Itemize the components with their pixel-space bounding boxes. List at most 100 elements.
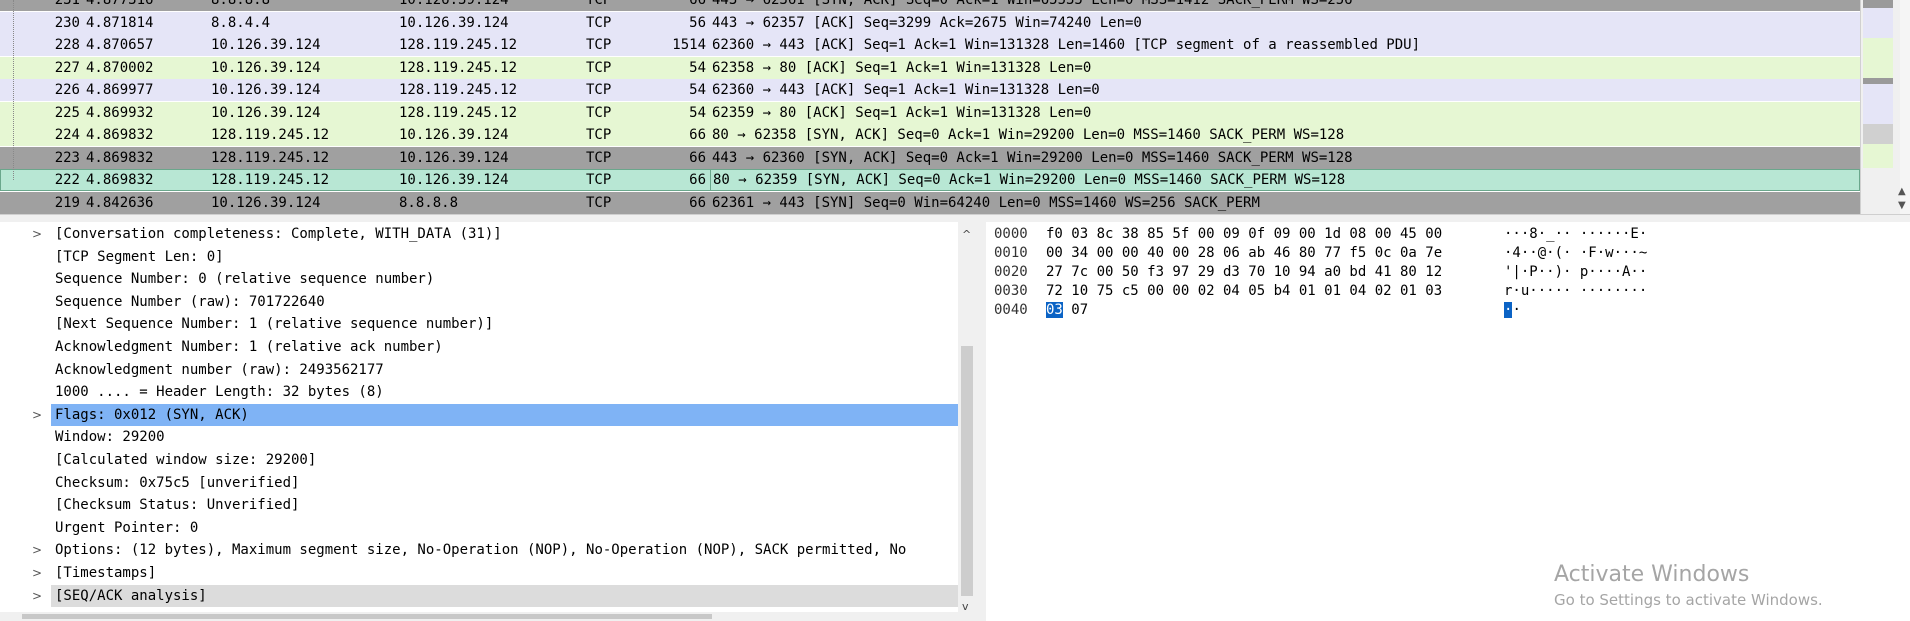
packet-list[interactable]: 231 4.877316 8.8.8.8 10.126.39.124 TCP 66 443 … <box>0 0 1860 214</box>
packet-row[interactable]: 222 4.869832 128.119.245.12 10.126.39.124 TC… <box>0 169 1860 191</box>
packet-info: 80 → 62358 [SYN, ACK] Seq=0 Ack=1 Win=29… <box>712 127 1345 143</box>
minimap-segment <box>1863 8 1893 38</box>
bytes-offset: 0040 <box>994 302 1028 318</box>
packet-protocol: TCP <box>586 104 612 121</box>
scroll-down-icon[interactable]: ▼ <box>1898 200 1906 211</box>
packet-info: 62361 → 443 [SYN] Seq=0 Win=64240 Len=0 … <box>712 194 1260 211</box>
packet-row[interactable]: 227 4.870002 10.126.39.124 128.119.245.12 TC… <box>0 56 1860 79</box>
expand-chevron-icon[interactable]: > <box>32 539 42 561</box>
scroll-up-icon[interactable]: ▲ <box>1898 186 1906 197</box>
packet-destination: 10.126.39.124 <box>399 149 509 166</box>
scrollbar-thumb[interactable] <box>961 346 973 596</box>
details-vertical-scrollbar[interactable] <box>958 222 976 621</box>
ascii-rest: · <box>1512 302 1521 318</box>
bytes-hex[interactable]: 72 10 75 c5 00 00 02 04 05 b4 01 01 04 0… <box>1046 280 1442 302</box>
detail-row[interactable]: Acknowledgment number (raw): 2493562177 <box>0 359 958 381</box>
packet-time: 4.869932 <box>86 104 154 121</box>
packet-length: 56 <box>689 14 706 31</box>
packet-details-pane[interactable]: > [Conversation completeness: Complete, W… <box>0 222 958 621</box>
packet-row[interactable]: 219 4.842636 10.126.39.124 8.8.8.8 TCP 66 6236… <box>0 191 1860 214</box>
detail-text: Options: (12 bytes), Maximum segment siz… <box>55 542 907 559</box>
expand-chevron-icon[interactable]: > <box>32 404 42 426</box>
packet-info: 62360 → 443 [ACK] Seq=1 Ack=1 Win=131328… <box>712 37 1421 53</box>
detail-row[interactable]: > [Timestamps] <box>0 562 958 584</box>
detail-row[interactable]: > Flags: 0x012 (SYN, ACK) <box>0 403 958 426</box>
packet-number: 223 <box>54 149 80 166</box>
packet-destination: 8.8.8.8 <box>399 194 459 211</box>
packet-row[interactable]: 230 4.871814 8.8.4.4 10.126.39.124 TCP 56 443 … <box>0 11 1860 34</box>
minimap-segment <box>1863 144 1893 168</box>
packet-number: 224 <box>54 127 80 143</box>
bytes-ascii[interactable]: ·· <box>1504 299 1521 321</box>
minimap-segment <box>1863 84 1893 124</box>
packet-destination: 10.126.39.124 <box>399 127 509 143</box>
scrollbar-thumb[interactable] <box>22 614 712 619</box>
packet-time: 4.870002 <box>86 59 154 76</box>
packet-source: 128.119.245.12 <box>211 172 330 188</box>
detail-row[interactable]: [Next Sequence Number: 1 (relative seque… <box>0 313 958 335</box>
scroll-down-icon[interactable]: v <box>962 600 969 613</box>
watermark-title: Activate Windows <box>1554 562 1750 587</box>
packet-row[interactable]: 224 4.869832 128.119.245.12 10.126.39.124 TC… <box>0 124 1860 146</box>
packet-list-scrollbar[interactable] <box>1900 0 1910 214</box>
pane-divider[interactable] <box>976 222 986 621</box>
packet-destination: 10.126.39.124 <box>399 172 509 188</box>
packet-time: 4.869832 <box>86 172 154 188</box>
expand-chevron-icon[interactable]: > <box>32 562 42 584</box>
hex-rest: 07 <box>1062 302 1089 318</box>
packet-length: 66 <box>689 127 706 143</box>
detail-row[interactable]: 1000 .... = Header Length: 32 bytes (8) <box>0 381 958 403</box>
packet-protocol: TCP <box>586 172 612 188</box>
detail-row[interactable]: > [SEQ/ACK analysis] <box>0 584 958 607</box>
packet-row[interactable]: 225 4.869932 10.126.39.124 128.119.245.12 TC… <box>0 101 1860 124</box>
bytes-ascii[interactable]: r·u····· ········ <box>1504 280 1647 302</box>
detail-row[interactable]: > Options: (12 bytes), Maximum segment si… <box>0 539 958 561</box>
detail-text: [Timestamps] <box>55 565 157 581</box>
packet-info: 443 → 62361 [SYN, ACK] Seq=0 Ack=1 Win=6… <box>712 0 1353 8</box>
packet-time: 4.869832 <box>86 127 154 143</box>
packet-source: 10.126.39.124 <box>211 37 321 53</box>
detail-text: Sequence Number: 0 (relative sequence nu… <box>55 271 435 288</box>
packet-row[interactable]: 228 4.870657 10.126.39.124 128.119.245.12 TC… <box>0 34 1860 56</box>
packet-protocol: TCP <box>586 194 612 211</box>
minimap-segment <box>1863 124 1893 144</box>
packet-protocol: TCP <box>586 59 612 76</box>
detail-row[interactable]: Urgent Pointer: 0 <box>0 517 958 539</box>
minimap-segment <box>1863 0 1893 8</box>
detail-row[interactable]: [Calculated window size: 29200] <box>0 449 958 471</box>
packet-source: 10.126.39.124 <box>211 104 321 121</box>
packet-info: 62358 → 80 [ACK] Seq=1 Ack=1 Win=131328 … <box>712 59 1092 76</box>
packet-time: 4.870657 <box>86 37 154 53</box>
packet-number: 226 <box>54 82 80 98</box>
detail-text: [Conversation completeness: Complete, WI… <box>55 226 502 242</box>
detail-row[interactable]: [TCP Segment Len: 0] <box>0 246 958 268</box>
detail-row[interactable]: Sequence Number (raw): 701722640 <box>0 291 958 313</box>
packet-source: 10.126.39.124 <box>211 194 321 211</box>
packet-row[interactable]: 226 4.869977 10.126.39.124 128.119.245.12 TC… <box>0 79 1860 101</box>
detail-text: [TCP Segment Len: 0] <box>55 248 224 265</box>
detail-row[interactable]: Checksum: 0x75c5 [unverified] <box>0 472 958 494</box>
detail-row[interactable]: > [Conversation completeness: Complete, W… <box>0 223 958 245</box>
detail-row[interactable]: Window: 29200 <box>0 426 958 448</box>
detail-text: Urgent Pointer: 0 <box>55 519 199 536</box>
packet-time: 4.869977 <box>86 82 154 98</box>
detail-row[interactable]: Sequence Number: 0 (relative sequence nu… <box>0 268 958 290</box>
detail-text: 1000 .... = Header Length: 32 bytes (8) <box>55 384 384 401</box>
details-horizontal-scrollbar[interactable] <box>0 612 958 621</box>
detail-text: [Checksum Status: Unverified] <box>55 497 300 514</box>
packet-row[interactable]: 231 4.877316 8.8.8.8 10.126.39.124 TCP 66 443 … <box>0 0 1860 11</box>
packet-time: 4.877316 <box>86 0 154 8</box>
detail-text: [Next Sequence Number: 1 (relative seque… <box>55 316 494 333</box>
detail-text: Window: 29200 <box>55 429 165 446</box>
packet-row[interactable]: 223 4.869832 128.119.245.12 10.126.39.124 TC… <box>0 146 1860 169</box>
scroll-up-icon[interactable]: ^ <box>962 228 971 241</box>
detail-row[interactable]: [Checksum Status: Unverified] <box>0 494 958 516</box>
expand-chevron-icon[interactable]: > <box>32 585 42 607</box>
expand-chevron-icon[interactable]: > <box>32 223 42 245</box>
detail-row[interactable]: Acknowledgment Number: 1 (relative ack n… <box>0 336 958 358</box>
packet-info: 80 → 62359 [SYN, ACK] Seq=0 Ack=1 Win=29… <box>710 169 1345 191</box>
detail-text: Checksum: 0x75c5 [unverified] <box>55 474 300 491</box>
selected-byte[interactable]: 03 <box>1046 302 1063 318</box>
packet-destination: 128.119.245.12 <box>399 59 518 76</box>
bytes-hex[interactable]: 03 07 <box>1046 299 1088 321</box>
